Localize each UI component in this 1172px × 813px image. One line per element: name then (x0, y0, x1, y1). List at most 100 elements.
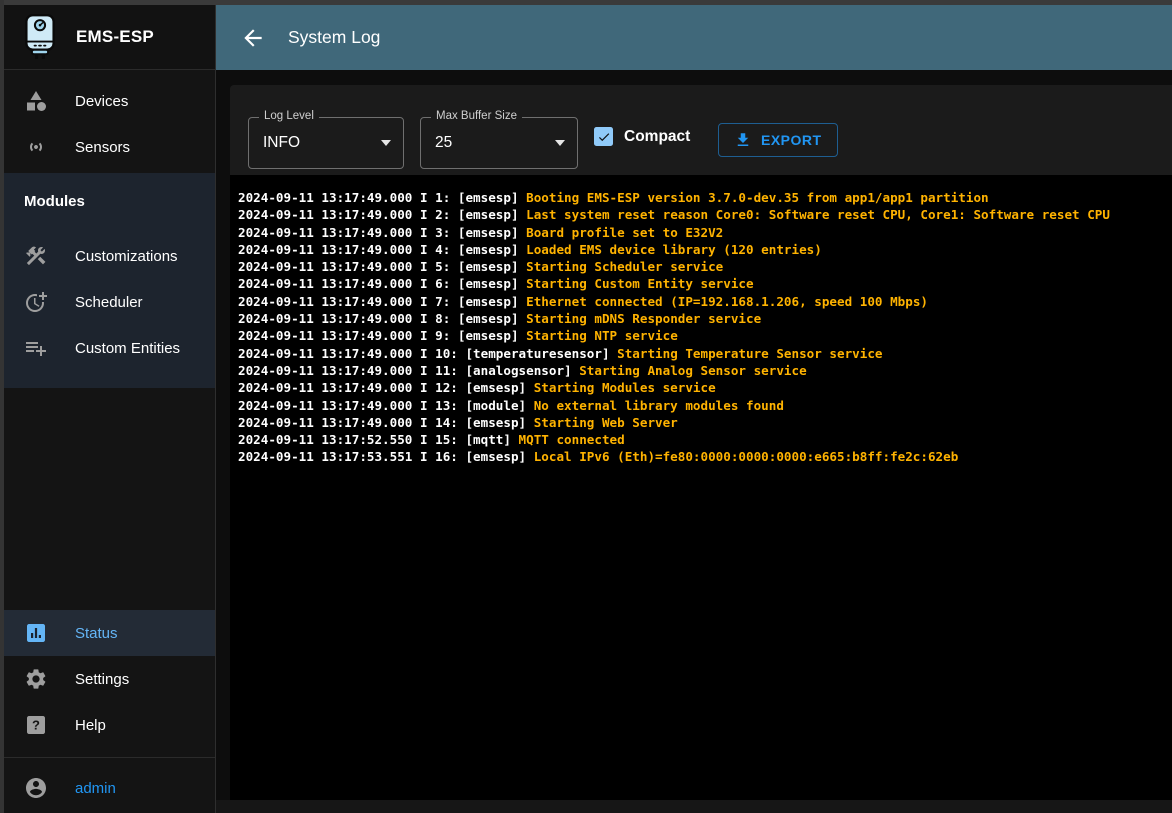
log-console[interactable]: 2024-09-11 13:17:49.000 I 1: [emsesp] Bo… (230, 175, 1172, 800)
sidebar-item-help[interactable]: ? Help (4, 702, 215, 748)
sidebar-item-sensors[interactable]: Sensors (4, 124, 215, 170)
log-line-message: Local IPv6 (Eth)=fe80:0000:0000:0000:e66… (526, 449, 958, 464)
log-line-message: MQTT connected (511, 432, 625, 447)
log-line-prefix: 2024-09-11 13:17:49.000 I 2: [emsesp] (238, 207, 519, 222)
svg-text:?: ? (32, 718, 40, 733)
log-line-prefix: 2024-09-11 13:17:49.000 I 11: [analogsen… (238, 363, 572, 378)
log-line-message: Board profile set to E32V2 (519, 225, 724, 240)
max-buffer-size-value: 25 (435, 134, 452, 152)
chevron-down-icon (555, 140, 565, 146)
log-line: 2024-09-11 13:17:49.000 I 13: [module] N… (238, 397, 1168, 414)
content-bottom-strip (216, 800, 1172, 813)
sidebar-item-label: Custom Entities (75, 340, 180, 357)
compact-checkbox[interactable]: Compact (594, 127, 690, 146)
log-line: 2024-09-11 13:17:49.000 I 7: [emsesp] Et… (238, 293, 1168, 310)
log-line: 2024-09-11 13:17:49.000 I 2: [emsesp] La… (238, 206, 1168, 223)
log-line-prefix: 2024-09-11 13:17:53.551 I 16: [emsesp] (238, 449, 526, 464)
export-button[interactable]: EXPORT (718, 123, 838, 157)
log-controls-panel: Log Level INFO Max Buffer Size 25 Compac… (230, 85, 1172, 185)
sidebar-item-label: Scheduler (75, 294, 143, 311)
log-line-message: Starting NTP service (519, 328, 678, 343)
log-line-prefix: 2024-09-11 13:17:52.550 I 15: [mqtt] (238, 432, 511, 447)
log-line-message: Starting Analog Sensor service (572, 363, 807, 378)
log-line-message: Starting Custom Entity service (519, 276, 754, 291)
log-line-message: Starting Scheduler service (519, 259, 724, 274)
log-line-prefix: 2024-09-11 13:17:49.000 I 1: [emsesp] (238, 190, 519, 205)
sidebar-item-label: Status (75, 625, 118, 642)
sidebar-item-admin[interactable]: admin (4, 765, 215, 811)
sidebar: EMS-ESP Devices Sensors Modules Customiz… (4, 5, 216, 813)
log-line-message: Last system reset reason Core0: Software… (519, 207, 1110, 222)
log-line-prefix: 2024-09-11 13:17:49.000 I 12: [emsesp] (238, 380, 526, 395)
back-arrow-icon[interactable] (240, 25, 266, 51)
sidebar-item-status[interactable]: Status (4, 610, 215, 656)
sidebar-item-label: Sensors (75, 139, 130, 156)
app-logo-header: EMS-ESP (4, 5, 215, 70)
log-line-prefix: 2024-09-11 13:17:49.000 I 10: [temperatu… (238, 346, 610, 361)
sidebar-item-settings[interactable]: Settings (4, 656, 215, 702)
sidebar-item-customizations[interactable]: Customizations (4, 233, 215, 279)
log-line: 2024-09-11 13:17:49.000 I 10: [temperatu… (238, 345, 1168, 362)
log-line: 2024-09-11 13:17:49.000 I 8: [emsesp] St… (238, 310, 1168, 327)
log-line-message: Starting Web Server (526, 415, 678, 430)
log-line-message: No external library modules found (526, 398, 784, 413)
page-title: System Log (288, 27, 380, 48)
log-line-prefix: 2024-09-11 13:17:49.000 I 8: [emsesp] (238, 311, 519, 326)
modules-section-header: Modules (24, 193, 85, 210)
log-line: 2024-09-11 13:17:49.000 I 3: [emsesp] Bo… (238, 224, 1168, 241)
log-line: 2024-09-11 13:17:53.551 I 16: [emsesp] L… (238, 448, 1168, 465)
log-line-prefix: 2024-09-11 13:17:49.000 I 4: [emsesp] (238, 242, 519, 257)
log-line-prefix: 2024-09-11 13:17:49.000 I 13: [module] (238, 398, 526, 413)
construction-icon (24, 244, 48, 268)
log-line: 2024-09-11 13:17:49.000 I 1: [emsesp] Bo… (238, 189, 1168, 206)
max-buffer-size-label: Max Buffer Size (431, 110, 522, 122)
log-line: 2024-09-11 13:17:49.000 I 14: [emsesp] S… (238, 414, 1168, 431)
log-line-message: Starting Temperature Sensor service (610, 346, 883, 361)
help-icon: ? (24, 713, 48, 737)
log-level-label: Log Level (259, 110, 319, 122)
bar-chart-icon (24, 621, 48, 645)
log-line: 2024-09-11 13:17:52.550 I 15: [mqtt] MQT… (238, 431, 1168, 448)
sidebar-item-scheduler[interactable]: Scheduler (4, 279, 215, 325)
sidebar-item-label: Devices (75, 93, 128, 110)
playlist-add-icon (24, 336, 48, 360)
log-line: 2024-09-11 13:17:49.000 I 12: [emsesp] S… (238, 379, 1168, 396)
log-level-select[interactable]: Log Level INFO (248, 117, 404, 169)
category-icon (24, 89, 48, 113)
log-line-prefix: 2024-09-11 13:17:49.000 I 9: [emsesp] (238, 328, 519, 343)
log-line-message: Booting EMS-ESP version 3.7.0-dev.35 fro… (519, 190, 989, 205)
sensors-icon (24, 135, 48, 159)
more-time-icon (24, 290, 48, 314)
log-line: 2024-09-11 13:17:49.000 I 4: [emsesp] Lo… (238, 241, 1168, 258)
export-button-label: EXPORT (761, 132, 822, 148)
log-line-message: Starting Modules service (526, 380, 716, 395)
download-icon (734, 131, 752, 149)
app-logo-icon (20, 13, 60, 61)
log-line-prefix: 2024-09-11 13:17:49.000 I 3: [emsesp] (238, 225, 519, 240)
log-line-message: Starting mDNS Responder service (519, 311, 762, 326)
sidebar-item-label: Customizations (75, 248, 178, 265)
log-line-prefix: 2024-09-11 13:17:49.000 I 6: [emsesp] (238, 276, 519, 291)
chevron-down-icon (381, 140, 391, 146)
app-name: EMS-ESP (76, 27, 154, 47)
gear-icon (24, 667, 48, 691)
sidebar-item-label: Help (75, 717, 106, 734)
modules-section: Modules Customizations Scheduler Custom … (4, 173, 215, 388)
sidebar-item-custom-entities[interactable]: Custom Entities (4, 325, 215, 371)
log-line: 2024-09-11 13:17:49.000 I 5: [emsesp] St… (238, 258, 1168, 275)
app-bar: System Log (216, 5, 1172, 70)
log-line-message: Ethernet connected (IP=192.168.1.206, sp… (519, 294, 928, 309)
log-line-prefix: 2024-09-11 13:17:49.000 I 5: [emsesp] (238, 259, 519, 274)
log-line: 2024-09-11 13:17:49.000 I 11: [analogsen… (238, 362, 1168, 379)
log-line: 2024-09-11 13:17:49.000 I 9: [emsesp] St… (238, 327, 1168, 344)
sidebar-item-devices[interactable]: Devices (4, 78, 215, 124)
log-line-prefix: 2024-09-11 13:17:49.000 I 7: [emsesp] (238, 294, 519, 309)
sidebar-divider (4, 757, 215, 758)
sidebar-user-label: admin (75, 780, 116, 797)
max-buffer-size-select[interactable]: Max Buffer Size 25 (420, 117, 578, 169)
log-level-value: INFO (263, 134, 300, 152)
log-line-prefix: 2024-09-11 13:17:49.000 I 14: [emsesp] (238, 415, 526, 430)
account-circle-icon (24, 776, 48, 800)
compact-label: Compact (624, 128, 690, 146)
main-content: Log Level INFO Max Buffer Size 25 Compac… (216, 70, 1172, 813)
